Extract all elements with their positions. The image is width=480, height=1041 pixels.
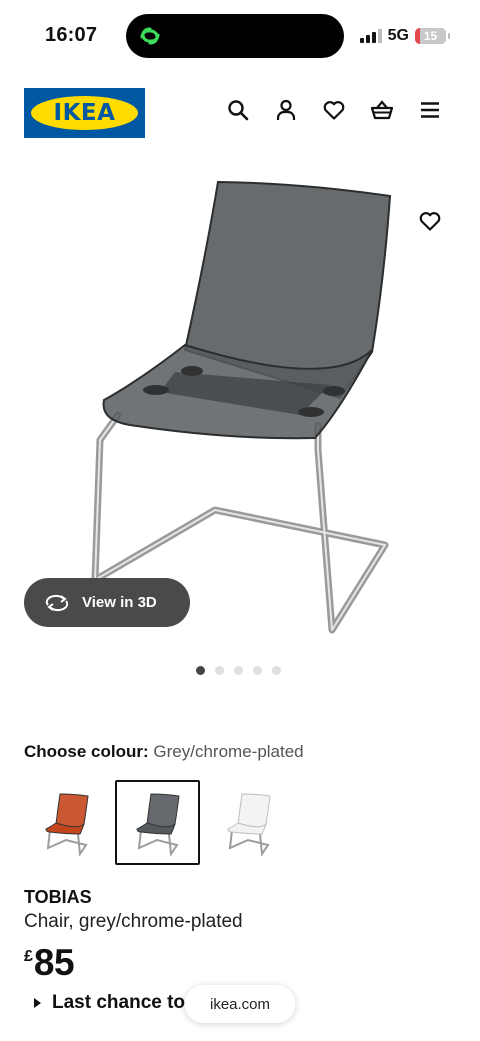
colour-label: Choose colour: — [24, 742, 149, 761]
colour-value: Grey/chrome-plated — [153, 742, 304, 761]
carousel-dot[interactable] — [196, 666, 205, 675]
price-currency: £ — [24, 948, 33, 965]
colour-swatch-orange[interactable] — [24, 780, 109, 865]
carousel-dot[interactable] — [272, 666, 281, 675]
last-chance-label: Last chance to — [52, 992, 186, 1013]
url-text: ikea.com — [209, 995, 271, 1013]
carousel-dot[interactable] — [253, 666, 262, 675]
colour-swatch-white[interactable] — [206, 780, 291, 865]
carousel-dot[interactable] — [234, 666, 243, 675]
view-in-3d-button[interactable]: View in 3D — [24, 578, 190, 627]
view-in-3d-label: View in 3D — [82, 594, 157, 611]
heart-icon — [419, 212, 441, 231]
product-description: Chair, grey/chrome-plated — [24, 911, 243, 932]
carousel-dot[interactable] — [215, 666, 224, 675]
last-chance-toggle[interactable]: Last chance to — [34, 992, 185, 1014]
carousel-dots — [196, 666, 281, 675]
chair-thumbnail-white — [226, 792, 271, 856]
favourite-button[interactable] — [414, 205, 446, 237]
chair-thumbnail-orange — [44, 792, 89, 856]
colour-chooser-label: Choose colour: Grey/chrome-plated — [24, 742, 304, 762]
expand-triangle-icon — [34, 998, 41, 1008]
price-value: 85 — [33, 942, 75, 983]
product-price: £ 85 — [24, 942, 75, 984]
product-name: TOBIAS — [24, 887, 92, 907]
colour-swatches — [24, 780, 291, 865]
product-image[interactable] — [0, 0, 480, 660]
colour-swatch-grey[interactable] — [115, 780, 200, 865]
rotate-3d-icon — [45, 594, 69, 611]
browser-url-bar[interactable]: ikea.com — [185, 985, 295, 1023]
chair-thumbnail-grey — [135, 792, 180, 856]
